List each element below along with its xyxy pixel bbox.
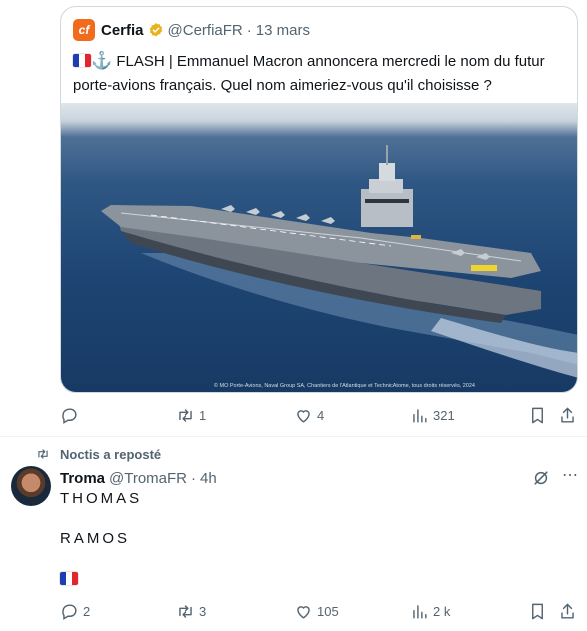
tweet-divider [0,436,587,437]
aircraft-carrier-illustration [101,145,577,378]
bookmark-button[interactable] [528,403,547,427]
views-button[interactable]: 2 k [410,599,450,623]
reply-icon [62,603,77,620]
quoted-tweet-date[interactable]: 13 mars [256,22,310,39]
author-name[interactable]: Troma [60,470,105,487]
repost-banner[interactable]: Noctis a reposté [36,446,161,462]
tweet-text-line-2: RAMOS [60,530,131,547]
separator-dot: · [246,21,252,39]
reply-button[interactable] [60,403,83,427]
tweet-actions: 2 3 105 2 k [0,599,587,623]
like-count: 105 [317,603,339,619]
quoted-author-handle[interactable]: @CerfiaFR [168,22,243,39]
share-icon [561,603,574,619]
quoted-tweet-header: cf Cerfia @CerfiaFR · 13 mars [73,19,310,41]
tweet-header: Troma @TromaFR · 4h [60,468,217,488]
views-chart-icon [413,408,427,423]
repost-icon [179,408,192,422]
reply-icon [62,407,77,424]
repost-count: 3 [199,603,207,619]
views-button[interactable]: 321 [410,403,455,427]
heart-icon [297,605,310,619]
quoted-tweet-card[interactable]: cf Cerfia @CerfiaFR · 13 mars ⚓ FLASH | … [60,6,578,393]
tweet-time[interactable]: 4h [200,470,217,487]
like-count: 4 [317,407,325,423]
anchor-icon: ⚓ [91,51,113,70]
quoted-author-name[interactable]: Cerfia [101,22,144,39]
quoted-tweet-text: ⚓ FLASH | Emmanuel Macron annoncera merc… [73,49,568,98]
cerfia-logo[interactable]: cf [73,19,95,41]
bookmark-icon [532,407,543,423]
reply-button[interactable]: 2 [60,599,90,623]
repost-icon [38,449,48,459]
views-count: 2 k [433,603,451,619]
image-caption: © MO Porte-Avions, Naval Group SA, Chant… [213,383,475,389]
repost-button[interactable]: 3 [176,599,206,623]
share-icon [561,407,574,423]
aircraft-carrier-image[interactable]: © MO Porte-Avions, Naval Group SA, Chant… [61,103,577,392]
quoted-tweet-body: FLASH | Emmanuel Macron annoncera mercre… [73,53,545,94]
repost-banner-text: Noctis a reposté [60,446,162,462]
bookmark-button[interactable] [528,599,547,623]
grok-icon[interactable] [531,468,551,488]
views-chart-icon [413,604,427,619]
verified-badge-icon [149,23,162,37]
repost-button[interactable]: 1 [176,403,206,427]
france-flag-icon [60,572,78,585]
tweet-text-line-1: THOMAS [60,490,143,507]
repost-icon [179,604,192,618]
separator-dot: · [191,469,197,487]
like-button[interactable]: 4 [294,403,324,427]
repost-count: 1 [199,407,207,423]
quoted-tweet-actions: 1 4 321 [0,403,587,427]
share-button[interactable] [558,403,577,427]
author-handle[interactable]: @TromaFR [109,470,187,487]
views-count: 321 [433,407,455,423]
avatar[interactable] [11,466,51,506]
share-button[interactable] [558,599,577,623]
more-options-icon[interactable]: ⋯ [560,468,580,488]
france-flag-icon [73,54,91,67]
reply-count: 2 [83,603,91,619]
heart-icon [297,409,310,423]
like-button[interactable]: 105 [294,599,339,623]
bookmark-icon [532,603,543,619]
